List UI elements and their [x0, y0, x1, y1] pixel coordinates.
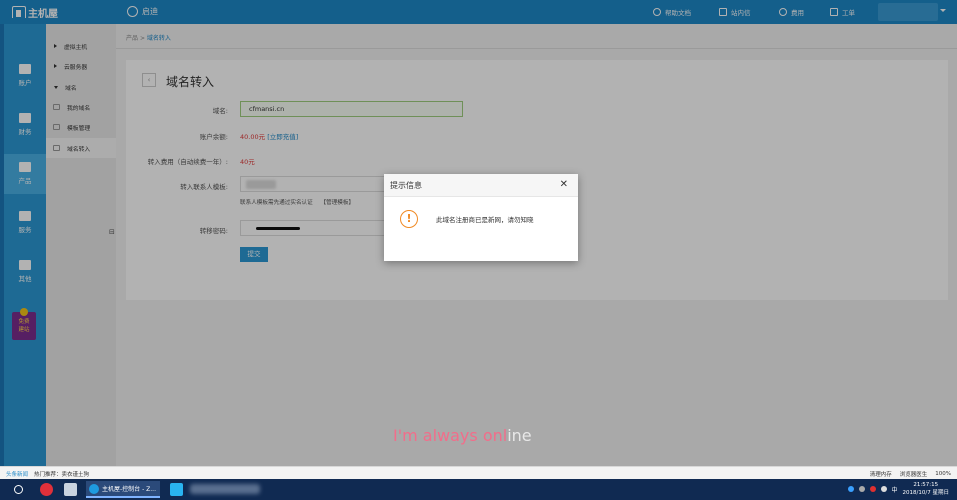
info-dialog: 提示信息 ✕ ! 此域名注册商已是新网，请勿知晓: [384, 174, 578, 261]
dialog-header: 提示信息 ✕: [384, 174, 578, 197]
ime-indicator[interactable]: 中: [892, 485, 898, 494]
calculator-icon[interactable]: [64, 483, 77, 496]
system-tray: 中 21:57:15 2018/10/7 星期日: [847, 481, 949, 497]
windows-taskbar: 主机屋-控制台 - Z... 中 21:57:15 2018/10/7 星期日: [0, 479, 957, 500]
browser-doctor-button[interactable]: 浏览器医生: [900, 470, 928, 478]
subtitle-highlight: I'm always onl: [393, 426, 508, 445]
taskbar-redacted: [190, 484, 260, 494]
browser-status-bar: 头条新闻 热门推荐：卖衣谨土狗 清理内存 浏览器医生 100%: [0, 466, 957, 479]
task-label: 主机屋-控制台 - Z...: [102, 486, 156, 493]
clean-memory-button[interactable]: 清理内存: [870, 470, 892, 478]
status-left: 头条新闻 热门推荐：卖衣谨土狗: [6, 470, 89, 478]
antivirus-icon[interactable]: [869, 486, 876, 492]
warning-icon: !: [400, 210, 418, 228]
browser-icon: [89, 483, 99, 494]
clock[interactable]: 21:57:15 2018/10/7 星期日: [903, 481, 949, 497]
network-icon[interactable]: [858, 486, 865, 492]
video-player-icon[interactable]: [170, 483, 183, 496]
zoom-level[interactable]: 100%: [935, 471, 951, 477]
app-360-icon[interactable]: [40, 483, 53, 496]
taskbar-task-browser[interactable]: 主机屋-控制台 - Z...: [86, 481, 160, 498]
video-subtitle: I'm always online: [393, 426, 532, 445]
dialog-message: 此域名注册商已是新网，请勿知晓: [436, 216, 534, 224]
subtitle-rest: ine: [507, 426, 532, 445]
shield-icon[interactable]: [847, 486, 854, 492]
hot-recommend[interactable]: 热门推荐：卖衣谨土狗: [34, 470, 89, 478]
clock-time: 21:57:15: [913, 482, 939, 488]
close-icon[interactable]: ✕: [560, 174, 568, 196]
volume-icon[interactable]: [880, 486, 887, 492]
clock-date: 2018/10/7 星期日: [902, 490, 949, 496]
news-link[interactable]: 头条新闻: [6, 470, 28, 478]
status-right: 清理内存 浏览器医生 100%: [870, 470, 951, 478]
search-icon[interactable]: [14, 485, 23, 494]
dialog-title: 提示信息: [390, 181, 422, 190]
